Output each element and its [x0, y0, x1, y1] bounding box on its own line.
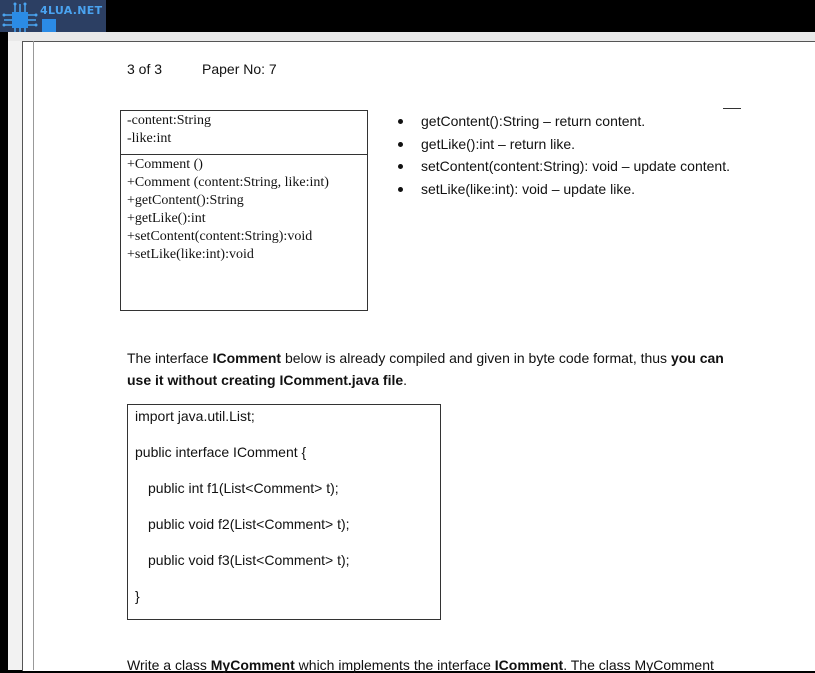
uml-method: +setLike(like:int):void [127, 247, 254, 262]
logo-text: 4LUA.NET [40, 4, 103, 17]
code-line: import java.util.List; [135, 408, 255, 424]
code-line: public void f3(List<Comment> t); [148, 552, 350, 568]
uml-attributes: -content:String -like:int [121, 111, 367, 155]
page-number: 3 of 3 [127, 61, 163, 77]
interface-paragraph: The interface IComment below is already … [127, 350, 724, 388]
uml-class-box: -content:String -like:int +Comment () +C… [120, 110, 368, 311]
list-item: setLike(like:int): void – update like. [398, 181, 730, 204]
list-item: setContent(content:String): void – updat… [398, 158, 730, 181]
left-bar [0, 32, 8, 670]
top-bar [0, 0, 815, 32]
code-line: public int f1(List<Comment> t); [148, 480, 339, 496]
bullet-icon [398, 164, 403, 170]
bullet-icon [398, 186, 403, 192]
divider-line [723, 108, 741, 109]
uml-method: +getLike():int [127, 211, 206, 226]
method-bullet-list: getContent():String – return content. ge… [398, 113, 730, 203]
code-line: } [135, 588, 140, 604]
uml-method: +getContent():String [127, 193, 244, 208]
task-paragraph: Write a class MyComment which implements… [127, 657, 714, 673]
bullet-icon [398, 119, 403, 124]
code-box: import java.util.List; public interface … [127, 404, 441, 620]
uml-attribute: -content:String [127, 113, 211, 128]
code-line: public interface IComment { [135, 444, 307, 460]
page-header: 3 of 3 Paper No: 7 [127, 61, 277, 77]
logo-square-icon [42, 19, 56, 33]
uml-attribute: -like:int [127, 131, 172, 146]
bullet-icon [398, 141, 403, 147]
toolbar-strip [0, 32, 815, 41]
uml-method: +setContent(content:String):void [127, 229, 313, 244]
page-margin-line [33, 41, 34, 670]
uml-method: +Comment (content:String, like:int) [127, 175, 329, 190]
code-line: public void f2(List<Comment> t); [148, 516, 350, 532]
list-item: getLike():int – return like. [398, 136, 730, 159]
paper-number: Paper No: 7 [202, 61, 277, 77]
uml-methods: +Comment () +Comment (content:String, li… [121, 155, 367, 264]
uml-method: +Comment () [127, 157, 203, 172]
list-item: getContent():String – return content. [398, 113, 730, 136]
